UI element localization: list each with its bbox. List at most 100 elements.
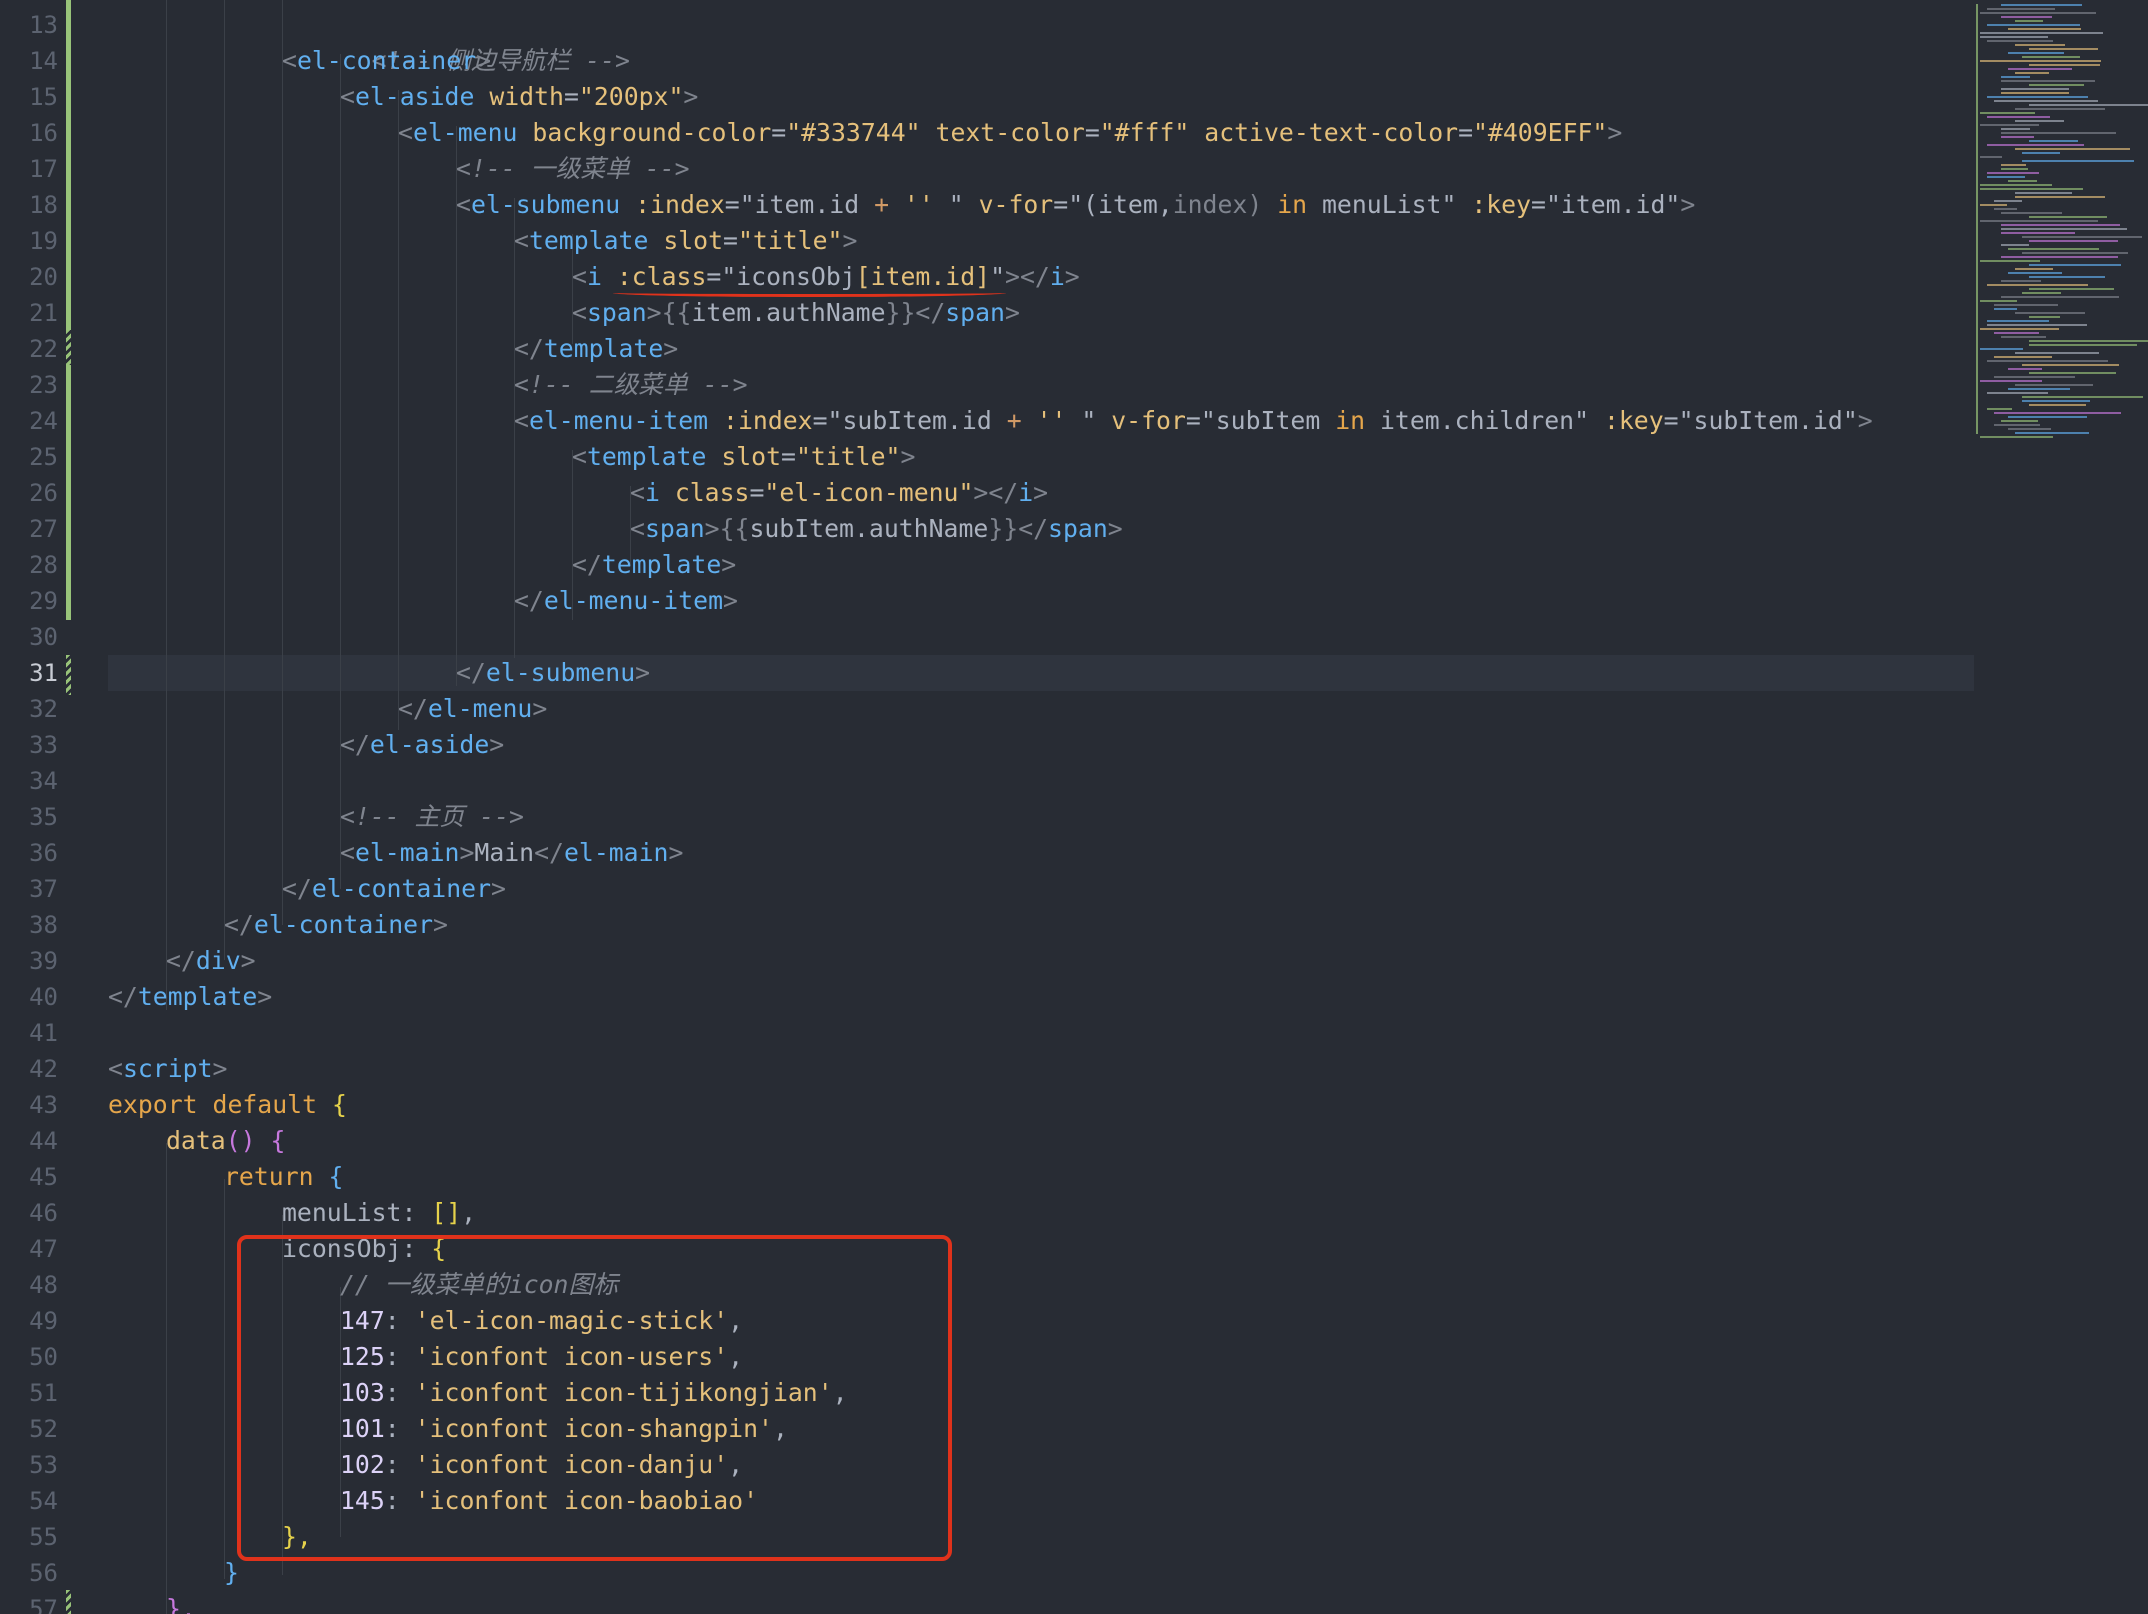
minimap-line bbox=[2001, 4, 2082, 6]
minimap-line bbox=[2001, 76, 2030, 78]
angle-bracket: > bbox=[257, 982, 273, 1011]
code-line-46: menuList: [], bbox=[282, 1195, 476, 1231]
minimap-line bbox=[2029, 48, 2098, 50]
equals: = bbox=[563, 82, 579, 111]
minimap-line bbox=[2029, 316, 2060, 318]
line-number: 30 bbox=[29, 623, 58, 651]
code-line-31: </el-submenu> bbox=[456, 655, 650, 691]
keyword: return bbox=[224, 1162, 314, 1191]
line-number-gutter: 13 14 15 16 17 18 19 20 21 22 23 24 25 26 27 28 29 30 31 32… bbox=[0, 0, 110, 1614]
angle-bracket: > bbox=[1004, 298, 1020, 327]
template-expression: subItem.authName bbox=[749, 514, 989, 543]
minimap-line bbox=[2008, 68, 2072, 70]
minimap-line bbox=[1994, 100, 2098, 102]
minimap-line bbox=[2022, 152, 2060, 154]
attribute-value: "(item, bbox=[1068, 190, 1173, 219]
line-number: 38 bbox=[29, 911, 58, 939]
angle-bracket: > bbox=[683, 82, 699, 111]
minimap[interactable] bbox=[1974, 0, 2148, 1614]
brace: { bbox=[328, 1162, 344, 1191]
line-number: 50 bbox=[29, 1343, 58, 1371]
minimap-line bbox=[1980, 36, 2048, 38]
line-number: 42 bbox=[29, 1055, 58, 1083]
angle-bracket: </ bbox=[282, 874, 312, 903]
line-number: 21 bbox=[29, 299, 58, 327]
tag-name: i bbox=[1049, 262, 1065, 291]
angle-bracket: > bbox=[212, 1054, 228, 1083]
angle-bracket: < bbox=[340, 82, 355, 111]
minimap-line bbox=[1987, 284, 2088, 286]
minimap-line bbox=[2001, 256, 2118, 258]
minimap-line bbox=[2029, 140, 2078, 142]
brace: { bbox=[270, 1126, 286, 1155]
angle-bracket: < bbox=[398, 118, 413, 147]
line-number: 26 bbox=[29, 479, 58, 507]
minimap-line bbox=[2022, 292, 2061, 294]
angle-bracket: < bbox=[282, 46, 297, 75]
attribute-name: :class bbox=[616, 262, 707, 291]
attribute-value: "subItem bbox=[1200, 406, 1336, 435]
code-line-43: export default { bbox=[108, 1087, 347, 1123]
minimap-line bbox=[2015, 120, 2064, 122]
minimap-line bbox=[2008, 52, 2064, 54]
tag-name: el-submenu bbox=[485, 658, 636, 687]
minimap-line bbox=[2022, 56, 2080, 58]
line-number: 44 bbox=[29, 1127, 58, 1155]
line-number: 52 bbox=[29, 1415, 58, 1443]
minimap-line bbox=[1987, 96, 2088, 98]
minimap-line bbox=[2029, 64, 2100, 66]
minimap-line bbox=[1994, 376, 2075, 378]
code-line-19: <template slot="title"> bbox=[514, 223, 857, 259]
code-line-27: <span>{{subItem.authName}}</span> bbox=[630, 511, 1123, 547]
line-number: 49 bbox=[29, 1307, 58, 1335]
git-change-marker bbox=[66, 655, 71, 695]
minimap-line bbox=[1994, 208, 2017, 210]
attribute-name: :index bbox=[723, 406, 813, 435]
attribute-name: class bbox=[674, 478, 750, 507]
angle-bracket: </ bbox=[398, 694, 428, 723]
brace: { bbox=[331, 1090, 347, 1119]
git-change-marker bbox=[66, 365, 71, 620]
angle-bracket: < bbox=[572, 442, 587, 471]
code-line-32: </el-menu> bbox=[398, 691, 547, 727]
minimap-line bbox=[1980, 380, 2042, 382]
angle-bracket: > bbox=[1857, 406, 1873, 435]
tag-name: template bbox=[601, 550, 722, 579]
minimap-line bbox=[2008, 368, 2042, 370]
attribute-value: index) bbox=[1172, 190, 1263, 219]
angle-bracket: </ bbox=[915, 298, 946, 327]
line-number: 55 bbox=[29, 1523, 58, 1551]
angle-bracket: </ bbox=[166, 946, 196, 975]
minimap-line bbox=[1987, 408, 2012, 410]
minimap-line bbox=[2008, 428, 2051, 430]
code-line-42: <script> bbox=[108, 1051, 227, 1087]
code-line-29: </el-menu-item> bbox=[514, 583, 738, 619]
minimap-line bbox=[1994, 332, 2039, 334]
angle-bracket: ></ bbox=[973, 478, 1019, 507]
equals: = bbox=[1531, 190, 1546, 219]
angle-bracket: > bbox=[491, 874, 506, 903]
tag-name: el-container bbox=[296, 46, 477, 75]
code-line-57: }, bbox=[166, 1591, 196, 1614]
attribute-value: "200px" bbox=[578, 82, 684, 111]
parens: () bbox=[225, 1126, 256, 1155]
tag-name: span bbox=[644, 514, 705, 543]
angle-bracket: > bbox=[646, 298, 662, 327]
code-line-45: return { bbox=[224, 1159, 343, 1195]
equals: = bbox=[1084, 118, 1100, 147]
indent-guide bbox=[282, 0, 283, 925]
git-change-marker bbox=[66, 1590, 71, 1614]
minimap-line bbox=[2015, 20, 2043, 22]
line-number: 27 bbox=[29, 515, 58, 543]
minimap-line bbox=[1987, 360, 2108, 362]
code-editor[interactable]: 13 14 15 16 17 18 19 20 21 22 23 24 25 26 27 28 29 30 31 32… bbox=[0, 0, 2148, 1614]
minimap-line bbox=[2001, 296, 2119, 298]
tag-name: el-aside bbox=[354, 82, 475, 111]
keyword: export bbox=[108, 1090, 198, 1119]
angle-bracket: </ bbox=[514, 334, 544, 363]
code-line-37: </el-container> bbox=[282, 871, 506, 907]
html-comment: <!-- 二级菜单 --> bbox=[514, 370, 748, 399]
code-line-40: </template> bbox=[108, 979, 272, 1015]
indent-guide bbox=[340, 54, 341, 889]
minimap-line bbox=[1994, 424, 2040, 426]
